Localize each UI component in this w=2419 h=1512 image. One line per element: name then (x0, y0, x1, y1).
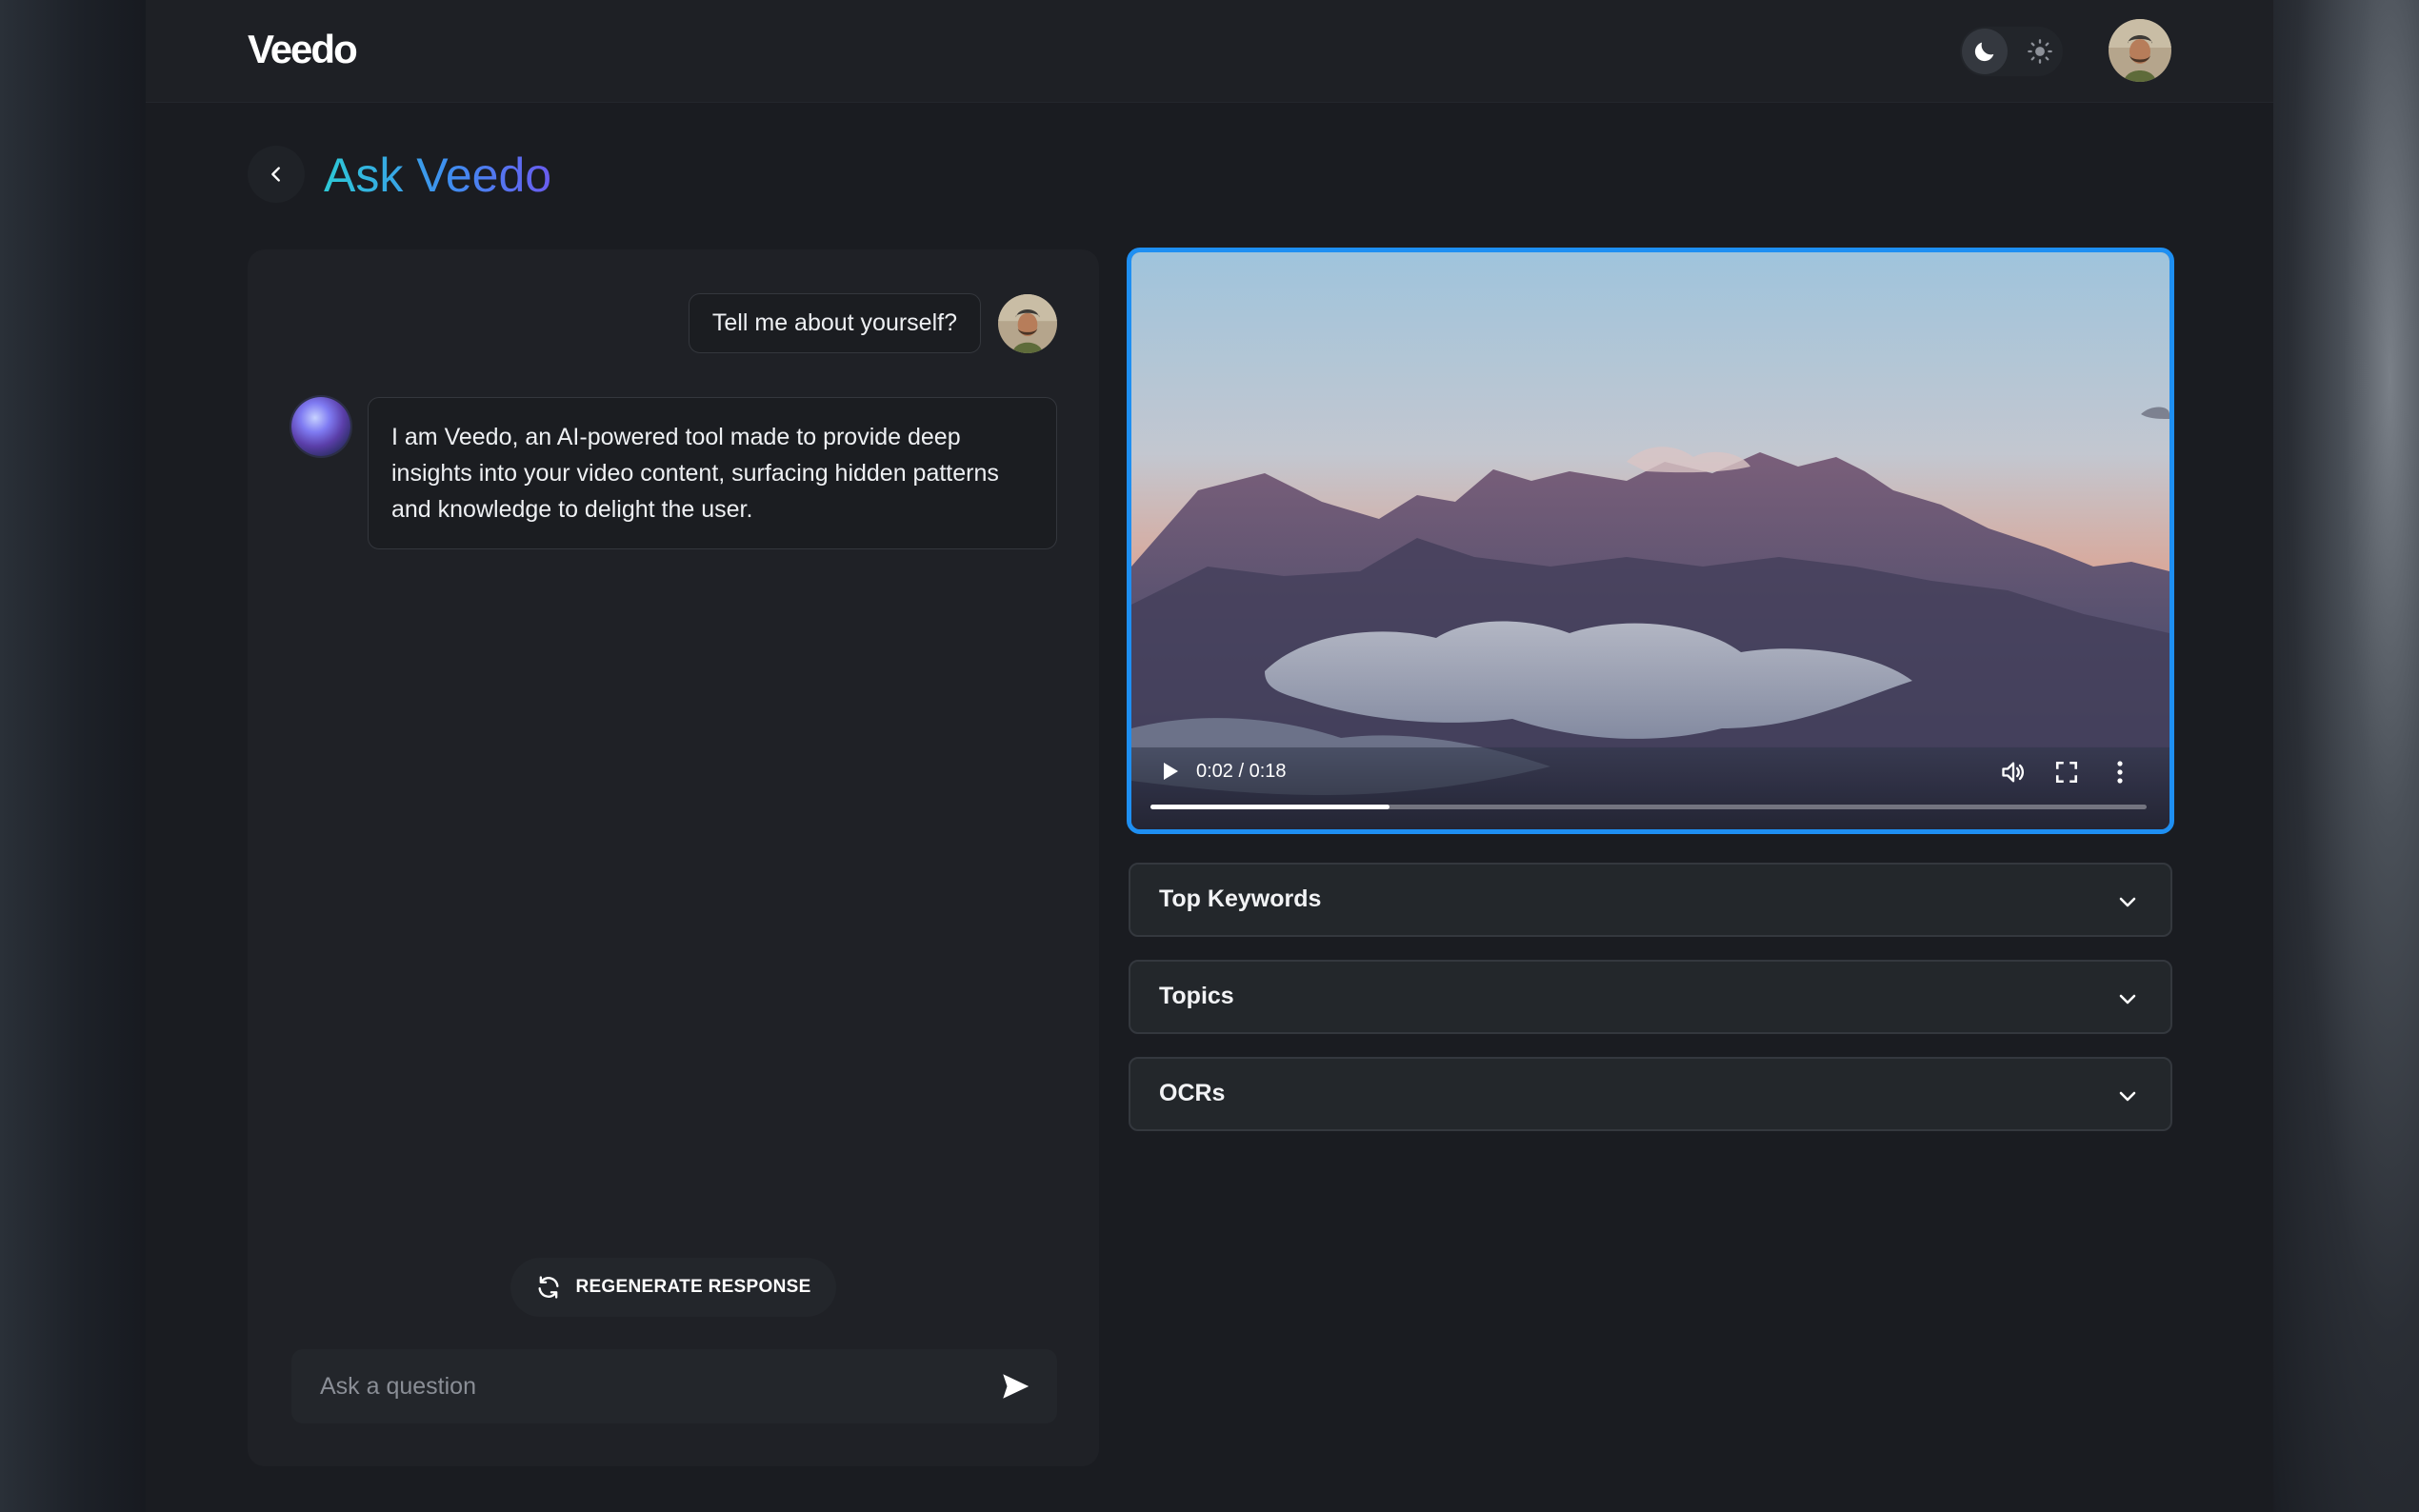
assistant-message: I am Veedo, an AI-powered tool made to p… (291, 397, 1057, 549)
accordion-label: Topics (1159, 983, 1234, 1009)
progress-bar[interactable] (1150, 805, 2147, 809)
fullscreen-icon (2055, 761, 2078, 784)
chevron-down-icon (2113, 887, 2142, 916)
refresh-icon (538, 1276, 559, 1299)
volume-icon (2002, 762, 2025, 783)
progress-fill (1150, 805, 1390, 809)
user-message-bubble: Tell me about yourself? (688, 293, 981, 353)
regenerate-label: REGENERATE RESPONSE (575, 1277, 811, 1297)
video-player[interactable]: 0:02 / 0:18 (1127, 248, 2174, 834)
play-button[interactable] (1156, 757, 1185, 786)
chevron-down-icon (2113, 1082, 2142, 1110)
accordion-label: OCRs (1159, 1080, 1226, 1106)
top-bar: Veedo (146, 0, 2273, 103)
ocrs-accordion[interactable]: OCRs (1129, 1057, 2172, 1131)
chevron-down-icon (2113, 985, 2142, 1013)
volume-button[interactable] (1998, 757, 2029, 787)
background-left (0, 0, 146, 1512)
page-title: Ask Veedo (324, 149, 552, 202)
question-input-bar (291, 1349, 1057, 1423)
user-message: Tell me about yourself? (688, 293, 1057, 353)
assistant-avatar (291, 397, 350, 456)
chevron-left-icon (271, 167, 280, 182)
topics-accordion[interactable]: Topics (1129, 960, 2172, 1034)
send-button[interactable] (996, 1367, 1034, 1405)
video-controls: 0:02 / 0:18 (1131, 744, 2169, 829)
regenerate-response-button[interactable]: REGENERATE RESPONSE (510, 1258, 836, 1317)
question-input[interactable] (291, 1349, 977, 1423)
logo[interactable]: Veedo (248, 27, 358, 72)
moon-icon[interactable] (1962, 29, 2008, 74)
theme-toggle[interactable] (1960, 27, 2063, 76)
play-icon (1164, 763, 1178, 780)
send-icon (1003, 1374, 1030, 1399)
user-avatar[interactable] (2109, 19, 2171, 82)
user-avatar (998, 293, 1057, 353)
video-time: 0:02 / 0:18 (1196, 761, 1287, 782)
more-options-button[interactable] (2105, 757, 2135, 787)
more-vertical-icon (2117, 761, 2123, 784)
chat-panel: Tell me about yourself? I am Veedo, an A… (248, 249, 1099, 1466)
accordion-label: Top Keywords (1159, 885, 1322, 912)
assistant-message-bubble: I am Veedo, an AI-powered tool made to p… (368, 397, 1057, 549)
top-keywords-accordion[interactable]: Top Keywords (1129, 863, 2172, 937)
app-window: Veedo Ask Veedo Tell me about yourself? … (146, 0, 2273, 1512)
sun-icon[interactable] (2017, 29, 2063, 74)
fullscreen-button[interactable] (2051, 757, 2082, 787)
background-right (2273, 0, 2419, 1512)
back-button[interactable] (248, 146, 305, 203)
